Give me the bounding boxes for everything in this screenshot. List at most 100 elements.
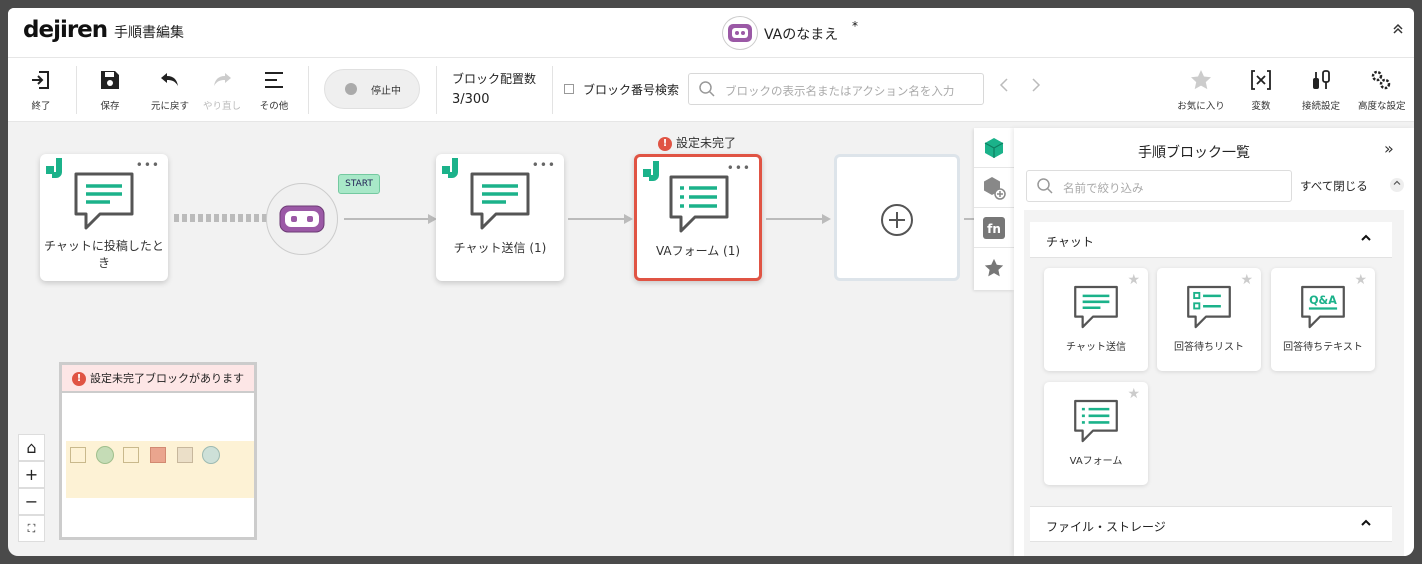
- tile-answer-text[interactable]: ★ Q&A 回答待ちテキスト: [1271, 268, 1375, 371]
- checklist-icon: [1187, 285, 1231, 329]
- favorite-star-icon[interactable]: ★: [1240, 272, 1253, 288]
- add-block-button[interactable]: [834, 154, 960, 281]
- dejiren-badge-icon: [46, 158, 62, 178]
- va-avatar[interactable]: [722, 16, 758, 50]
- page-title: 手順書編集: [114, 25, 184, 41]
- chevron-up-icon: [1361, 519, 1371, 526]
- block-number-search-label: ブロック番号検索: [583, 83, 680, 97]
- search-prev-button[interactable]: [999, 78, 1009, 96]
- dejiren-badge-icon: [442, 158, 458, 178]
- toolbar: 終了 保存 元に戻す やり直し その他 停止中 ブロック配置数 3/300 ブロ…: [8, 58, 1414, 122]
- error-icon: !: [658, 136, 672, 151]
- svg-text:fn: fn: [987, 222, 1001, 236]
- category-chat[interactable]: チャット: [1030, 222, 1392, 258]
- exit-button[interactable]: 終了: [18, 68, 64, 116]
- collapse-all-button[interactable]: すべて閉じる: [1300, 178, 1368, 194]
- undo-label: 元に戻す: [150, 101, 189, 112]
- block-menu-icon[interactable]: •••: [532, 158, 556, 172]
- undo-button[interactable]: 元に戻す: [147, 68, 193, 116]
- cube-icon: [984, 137, 1004, 158]
- block-error-text: 設定未完了: [676, 136, 737, 150]
- tab-custom-blocks[interactable]: [974, 168, 1014, 208]
- search-next-button[interactable]: [1031, 78, 1041, 96]
- error-icon: !: [72, 372, 86, 386]
- panel-title: 手順ブロック一覧: [1138, 145, 1250, 161]
- status-dot-icon: [345, 83, 357, 95]
- start-node[interactable]: [266, 183, 338, 255]
- advanced-settings-button[interactable]: 高度な設定: [1358, 68, 1406, 116]
- favorites-button[interactable]: お気に入り: [1176, 68, 1226, 116]
- favorite-star-icon[interactable]: ★: [1127, 272, 1140, 288]
- qa-text: Q&A: [1309, 294, 1337, 307]
- search-placeholder: ブロックの表示名またはアクション名を入力: [725, 84, 955, 98]
- unsaved-marker: *: [852, 19, 858, 33]
- block-number-search-checkbox[interactable]: [564, 84, 574, 94]
- trigger-connector: [174, 214, 270, 222]
- tile-va-form[interactable]: ★ VAフォーム: [1044, 382, 1148, 485]
- double-chevron-up-icon: [1393, 23, 1403, 34]
- variables-button[interactable]: 変数: [1238, 68, 1284, 116]
- tile-chat-send[interactable]: ★ チャット送信: [1044, 268, 1148, 371]
- zoom-fit-button[interactable]: ⛶: [18, 515, 45, 542]
- minimap-node: [123, 447, 139, 463]
- favorite-star-icon[interactable]: ★: [1354, 272, 1367, 288]
- zoom-in-button[interactable]: +: [18, 461, 45, 488]
- redo-label: やり直し: [202, 101, 241, 112]
- arrow-icon: [624, 214, 633, 224]
- variables-label: 変数: [1251, 101, 1271, 112]
- chat-icon: [74, 172, 134, 230]
- connector-line: [964, 218, 974, 220]
- cube-add-icon: [984, 176, 1006, 200]
- block-list: チャット ★ チャット送信 ★ 回答待ちリスト ★ Q&A 回答待ちテキスト ★: [1024, 210, 1404, 556]
- star-icon: [984, 258, 1004, 277]
- redo-button[interactable]: やり直し: [199, 68, 245, 116]
- va-name[interactable]: VAのなまえ: [764, 24, 838, 44]
- block-menu-icon[interactable]: •••: [136, 158, 160, 172]
- trigger-block[interactable]: ••• チャットに投稿したとき: [40, 154, 168, 281]
- minimap[interactable]: ! 設定未完了ブロックがあります: [59, 362, 257, 540]
- block-filter-input[interactable]: 名前で絞り込み: [1026, 170, 1292, 202]
- tab-blocks[interactable]: [974, 128, 1014, 168]
- robot-icon: [279, 205, 325, 233]
- variable-icon: [1251, 70, 1271, 90]
- other-label: その他: [259, 101, 289, 112]
- run-status-toggle[interactable]: 停止中: [324, 69, 420, 109]
- status-label: 停止中: [371, 86, 401, 97]
- tab-favorites[interactable]: [974, 248, 1014, 288]
- category-file-storage[interactable]: ファイル・ストレージ: [1030, 506, 1392, 542]
- plus-circle-icon: [881, 204, 913, 236]
- chat-send-block[interactable]: ••• チャット送信 (1): [436, 154, 564, 281]
- minimap-node: [96, 446, 114, 464]
- va-form-block[interactable]: ••• VAフォーム (1): [634, 154, 762, 281]
- zoom-out-button[interactable]: −: [18, 488, 45, 515]
- chevron-up-icon[interactable]: [1390, 178, 1404, 192]
- redo-icon: [214, 73, 231, 86]
- search-icon: [1037, 178, 1053, 194]
- connection-settings-button[interactable]: 接続設定: [1298, 68, 1344, 116]
- category-label: ファイル・ストレージ: [1046, 520, 1166, 534]
- chat-icon: [1074, 285, 1118, 329]
- minimap-node: [70, 447, 86, 463]
- save-button[interactable]: 保存: [87, 68, 133, 116]
- tile-answer-list[interactable]: ★ 回答待ちリスト: [1157, 268, 1261, 371]
- arrow-icon: [822, 214, 831, 224]
- favorite-star-icon[interactable]: ★: [1127, 386, 1140, 402]
- other-button[interactable]: その他: [251, 68, 297, 116]
- connection-settings-label: 接続設定: [1301, 101, 1340, 112]
- zoom-home-button[interactable]: ⌂: [18, 434, 45, 461]
- panel-close-button[interactable]: »: [1384, 139, 1394, 158]
- block-count-label: ブロック配置数: [452, 72, 537, 86]
- collapse-header-button[interactable]: [1392, 23, 1404, 39]
- minimap-warning-text: 設定未完了ブロックがあります: [90, 372, 244, 385]
- chevron-right-icon: [1032, 78, 1041, 92]
- menu-icon: [265, 72, 283, 88]
- tab-functions[interactable]: fn: [974, 208, 1014, 248]
- gears-icon: [1371, 70, 1391, 90]
- block-search-input[interactable]: ブロックの表示名またはアクション名を入力: [688, 73, 984, 105]
- form-list-icon: [1074, 399, 1118, 443]
- function-icon: fn: [983, 216, 1005, 239]
- filter-placeholder: 名前で絞り込み: [1063, 181, 1144, 195]
- exit-icon: [32, 71, 49, 89]
- panel-tab-strip: fn: [974, 128, 1014, 290]
- search-icon: [699, 81, 715, 97]
